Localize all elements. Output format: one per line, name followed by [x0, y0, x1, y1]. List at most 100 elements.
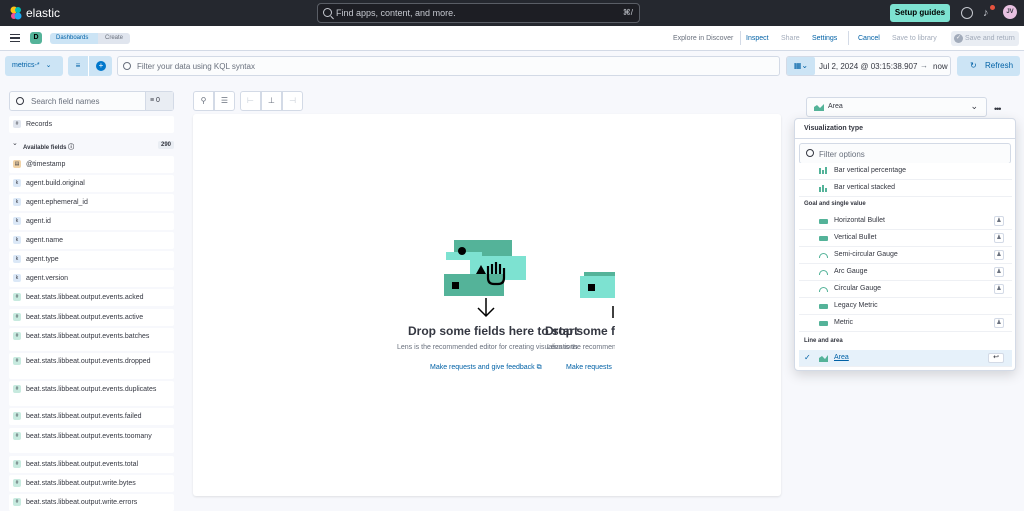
records-field[interactable]: # Records	[9, 116, 174, 133]
viz-option-area[interactable]: ✓ Area ↩	[799, 350, 1012, 367]
viz-option-vertical-bullet[interactable]: Vertical Bullet ♟	[799, 230, 1012, 247]
bar-chart-icon	[819, 185, 827, 192]
field-name: beat.stats.libbeat.output.events.failed	[26, 413, 142, 420]
viz-option-label: Arc Gauge	[834, 268, 868, 275]
number-type-icon: #	[13, 385, 21, 393]
area-chart-icon	[819, 355, 828, 362]
tech-preview-badge-icon: ♟	[994, 267, 1004, 277]
chevron-down-icon[interactable]: ⌄	[12, 139, 18, 147]
group-line-area: Line and area	[804, 338, 843, 344]
axis-bottom-icon[interactable]: ⊥	[261, 91, 282, 111]
tech-preview-badge-icon: ♟	[994, 318, 1004, 328]
keyword-type-icon: k	[13, 198, 21, 206]
user-avatar[interactable]: JV	[1003, 5, 1017, 19]
more-actions-icon[interactable]: •••	[994, 104, 1002, 114]
viz-option-circular-gauge[interactable]: Circular Gauge ♟	[799, 281, 1012, 298]
filter-menu-icon[interactable]: ≡	[68, 56, 88, 76]
available-fields-count: 290	[158, 141, 175, 149]
available-fields-title: Available fields ⓘ	[23, 145, 75, 151]
notification-dot	[990, 5, 995, 10]
field-item[interactable]: # beat.stats.libbeat.output.events.tooman…	[9, 428, 174, 453]
list-icon[interactable]: ☰	[214, 91, 235, 111]
refresh-button[interactable]: ↻ Refresh	[957, 56, 1020, 76]
tech-preview-badge-icon: ♟	[994, 216, 1004, 226]
keyword-type-icon: k	[13, 179, 21, 187]
save-and-return-button[interactable]: ✓ Save and return	[951, 31, 1019, 46]
field-item[interactable]: k agent.version	[9, 270, 174, 287]
axis-right-icon[interactable]: ⊣	[282, 91, 303, 111]
field-item[interactable]: k agent.type	[9, 251, 174, 268]
viz-option-arc-gauge[interactable]: Arc Gauge ♟	[799, 264, 1012, 281]
filter-options-input[interactable]: Filter options	[799, 143, 1011, 164]
global-search-input[interactable]: Find apps, content, and more. ⌘/	[317, 3, 640, 23]
setup-guides-button[interactable]: Setup guides	[890, 4, 950, 22]
space-avatar[interactable]: D	[30, 32, 42, 44]
inspect-link[interactable]: Inspect	[746, 34, 769, 43]
divider	[795, 138, 1015, 139]
viz-option-bar-vertical-percentage[interactable]: Bar vertical percentage	[799, 163, 1012, 180]
number-type-icon: #	[13, 432, 21, 440]
help-icon[interactable]	[961, 7, 973, 19]
viz-option-semi-circular-gauge[interactable]: Semi-circular Gauge ♟	[799, 247, 1012, 264]
viz-option-metric[interactable]: Metric ♟	[799, 315, 1012, 332]
field-item[interactable]: # beat.stats.libbeat.output.events.failed	[9, 408, 174, 425]
date-end[interactable]: now	[933, 62, 948, 71]
axis-left-icon[interactable]: ⊢	[240, 91, 261, 111]
dataview-picker[interactable]: metrics-* ⌄	[5, 56, 63, 76]
search-icon	[806, 149, 814, 157]
field-item[interactable]: # beat.stats.libbeat.output.events.droppe…	[9, 353, 174, 379]
number-type-icon: #	[13, 313, 21, 321]
save-and-return-label: Save and return	[965, 35, 1015, 42]
feedback-link-duplicate[interactable]: Make requests	[566, 364, 612, 371]
kql-query-input[interactable]: Filter your data using KQL syntax	[117, 56, 780, 76]
field-name: beat.stats.libbeat.output.events.total	[26, 461, 139, 468]
breadcrumb-dashboards[interactable]: Dashboards	[50, 33, 99, 44]
visualization-type-selector[interactable]: Area ⌄	[806, 97, 987, 117]
number-type-icon: #	[13, 332, 21, 340]
viz-option-bar-vertical-stacked[interactable]: Bar vertical stacked	[799, 180, 1012, 197]
palette-icon[interactable]: ⚲	[193, 91, 214, 111]
date-start[interactable]: Jul 2, 2024 @ 03:15:38.907	[819, 62, 917, 71]
settings-link[interactable]: Settings	[812, 34, 837, 43]
kql-placeholder: Filter your data using KQL syntax	[137, 62, 255, 71]
cancel-button[interactable]: Cancel	[858, 34, 880, 43]
field-item[interactable]: k agent.name	[9, 232, 174, 249]
keyword-type-icon: k	[13, 274, 21, 282]
field-item[interactable]: # beat.stats.libbeat.output.events.active	[9, 309, 174, 326]
external-link-icon: ⧉	[536, 364, 542, 371]
field-item[interactable]: # beat.stats.libbeat.output.events.acked	[9, 289, 174, 306]
viz-option-legacy-metric[interactable]: Legacy Metric	[799, 298, 1012, 315]
viz-option-label: Legacy Metric	[834, 302, 878, 309]
viz-option-horizontal-bullet[interactable]: Horizontal Bullet ♟	[799, 213, 1012, 230]
field-item[interactable]: k agent.ephemeral_id	[9, 194, 174, 211]
arrow-right-icon: →	[920, 61, 928, 70]
news-feed-icon[interactable]: ♪	[983, 7, 989, 19]
field-item[interactable]: # beat.stats.libbeat.output.write.bytes	[9, 475, 174, 492]
refresh-label: Refresh	[985, 61, 1014, 70]
save-to-library-button[interactable]: Save to library	[892, 34, 937, 43]
explore-in-discover-link[interactable]: Explore in Discover	[673, 34, 733, 43]
field-item[interactable]: k agent.id	[9, 213, 174, 230]
breadcrumb-create: Create	[98, 33, 131, 44]
metric-icon	[819, 321, 828, 326]
viz-option-label: Metric	[834, 319, 854, 326]
add-filter-button[interactable]: +	[88, 56, 112, 76]
elastic-logo-icon[interactable]	[9, 6, 23, 20]
field-item[interactable]: # beat.stats.libbeat.output.events.total	[9, 456, 174, 473]
brand-name[interactable]: elastic	[26, 5, 60, 21]
field-filter-button[interactable]: ≡ 0	[145, 92, 173, 110]
field-search-input[interactable]: Search field names ≡ 0	[9, 91, 174, 111]
field-item[interactable]: k agent.build.original	[9, 175, 174, 192]
number-type-icon: #	[13, 357, 21, 365]
field-item[interactable]: # beat.stats.libbeat.output.events.batche…	[9, 328, 174, 351]
menu-toggle-icon[interactable]	[10, 34, 20, 42]
calendar-icon[interactable]: ▦⌄	[787, 57, 815, 75]
field-item[interactable]: ▤ @timestamp	[9, 156, 174, 173]
keyboard-shortcut-hint: ⌘/	[622, 8, 633, 17]
feedback-link[interactable]: Make requests and give feedback ⧉	[430, 364, 542, 372]
drop-fields-illustration	[444, 240, 526, 318]
share-link[interactable]: Share	[781, 34, 800, 43]
field-item[interactable]: # beat.stats.libbeat.output.events.duplic…	[9, 381, 174, 406]
drop-fields-title-duplicate: Drop some fields here to start	[545, 324, 615, 338]
keyword-type-icon: k	[13, 236, 21, 244]
